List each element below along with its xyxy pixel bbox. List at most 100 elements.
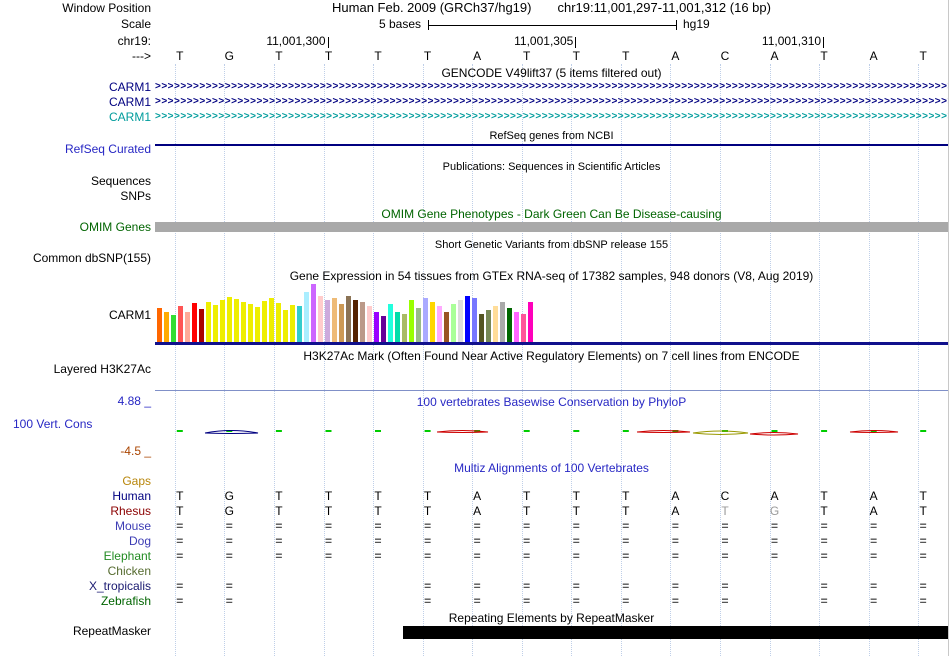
gtex-bar[interactable] (346, 296, 351, 342)
gtex-bar[interactable] (192, 303, 197, 342)
refseq-curated-item[interactable] (155, 144, 948, 146)
gtex-bar[interactable] (234, 299, 239, 342)
gtex-bar[interactable] (178, 306, 183, 342)
gtex-bar[interactable] (465, 296, 470, 342)
gtex-bar[interactable] (507, 308, 512, 342)
track-label-species-human[interactable]: Human (0, 490, 151, 503)
gtex-bar[interactable] (241, 302, 246, 342)
track-label-strand[interactable]: ---> (0, 50, 151, 63)
track-title-publications[interactable]: Publications: Sequences in Scientific Ar… (155, 161, 948, 174)
track-label-species-elephant[interactable]: Elephant (0, 550, 151, 563)
gtex-bar[interactable] (332, 298, 337, 342)
repeatmasker-item[interactable] (403, 626, 948, 639)
gtex-bar[interactable] (402, 314, 407, 342)
gtex-bar[interactable] (472, 298, 477, 342)
gtex-bar[interactable] (437, 306, 442, 342)
track-title-refseq[interactable]: RefSeq genes from NCBI (155, 130, 948, 143)
track-label-scale[interactable]: Scale (0, 18, 151, 31)
gtex-bar[interactable] (430, 302, 435, 342)
gtex-bar[interactable] (360, 302, 365, 342)
track-label-snps[interactable]: SNPs (0, 190, 151, 203)
track-title-repeatmasker[interactable]: Repeating Elements by RepeatMasker (155, 612, 948, 625)
gtex-bar[interactable] (458, 300, 463, 342)
track-label-repeatmasker[interactable]: RepeatMasker (0, 625, 151, 638)
gtex-bar[interactable] (493, 306, 498, 342)
track-label-layered-h3k27ac[interactable]: Layered H3K27Ac (0, 363, 151, 376)
omim-genes-item[interactable] (155, 222, 948, 232)
track-title-gtex[interactable]: Gene Expression in 54 tissues from GTEx … (155, 270, 948, 283)
gtex-bar[interactable] (255, 307, 260, 342)
gtex-bar[interactable] (486, 310, 491, 342)
track-label-species-zebrafish[interactable]: Zebrafish (0, 595, 151, 608)
gtex-bar[interactable] (283, 310, 288, 342)
track-label-window-position[interactable]: Window Position (0, 2, 151, 15)
track-label-species-mouse[interactable]: Mouse (0, 520, 151, 533)
multiz-dog-mark: = (275, 534, 283, 548)
gtex-bar[interactable] (276, 303, 281, 342)
gencode-transcript[interactable]: >>>>>>>>>>>>>>>>>>>>>>>>>>>>>>>>>>>>>>>>… (155, 111, 948, 123)
ruler-base: T (919, 49, 927, 63)
gtex-bar[interactable] (164, 312, 169, 342)
gtex-bar[interactable] (185, 312, 190, 342)
track-label-chrom[interactable]: chr19: (0, 35, 151, 48)
gtex-bar[interactable] (423, 298, 428, 342)
track-label-phylop-min[interactable]: -4.5 _ (0, 445, 151, 458)
gtex-bar[interactable] (416, 308, 421, 342)
track-label-omim-genes[interactable]: OMIM Genes (0, 221, 151, 234)
track-title-omim[interactable]: OMIM Gene Phenotypes - Dark Green Can Be… (155, 208, 948, 221)
gencode-transcript[interactable]: >>>>>>>>>>>>>>>>>>>>>>>>>>>>>>>>>>>>>>>>… (155, 81, 948, 93)
gtex-bar[interactable] (213, 305, 218, 342)
track-label-phylop-max[interactable]: 4.88 _ (0, 395, 151, 408)
track-label-gencode-carm1-1[interactable]: CARM1 (0, 81, 151, 94)
track-label-species-rhesus[interactable]: Rhesus (0, 505, 151, 518)
track-label-vert-cons[interactable]: 100 Vert. Cons (0, 418, 151, 431)
gtex-bar[interactable] (528, 302, 533, 342)
gtex-bar[interactable] (262, 301, 267, 342)
gtex-bar[interactable] (451, 304, 456, 342)
gtex-bar[interactable] (479, 314, 484, 342)
gtex-bar[interactable] (514, 312, 519, 342)
track-title-gencode[interactable]: GENCODE V49lift37 (5 items filtered out) (155, 67, 948, 80)
gtex-bar[interactable] (199, 309, 204, 342)
gtex-bar[interactable] (248, 304, 253, 342)
gtex-bar[interactable] (444, 312, 449, 342)
track-title-dbsnp[interactable]: Short Genetic Variants from dbSNP releas… (155, 239, 948, 252)
track-title-h3k27ac[interactable]: H3K27Ac Mark (Often Found Near Active Re… (155, 350, 948, 363)
gtex-bar[interactable] (325, 300, 330, 342)
ruler-tick-label: 11,001,300 (266, 34, 326, 48)
gtex-bar[interactable] (171, 315, 176, 342)
track-label-common-dbsnp[interactable]: Common dbSNP(155) (0, 252, 151, 265)
track-label-species-chicken[interactable]: Chicken (0, 565, 151, 578)
track-label-gencode-carm1-2[interactable]: CARM1 (0, 96, 151, 109)
gtex-bar[interactable] (227, 297, 232, 342)
gtex-bar[interactable] (157, 308, 162, 342)
gtex-bar[interactable] (367, 306, 372, 342)
gtex-bar[interactable] (381, 316, 386, 342)
gtex-bar[interactable] (353, 300, 358, 342)
gtex-bar[interactable] (220, 300, 225, 342)
track-label-sequences[interactable]: Sequences (0, 175, 151, 188)
track-label-refseq-curated[interactable]: RefSeq Curated (0, 143, 151, 156)
gencode-transcript[interactable]: >>>>>>>>>>>>>>>>>>>>>>>>>>>>>>>>>>>>>>>>… (155, 96, 948, 108)
gtex-bar[interactable] (395, 312, 400, 342)
gtex-bar[interactable] (297, 306, 302, 342)
gtex-bar[interactable] (304, 292, 309, 342)
gtex-bar[interactable] (206, 302, 211, 342)
gtex-bar[interactable] (409, 300, 414, 342)
phylop-tick (821, 430, 828, 432)
gtex-bar[interactable] (311, 284, 316, 342)
track-label-gtex-carm1[interactable]: CARM1 (0, 309, 151, 322)
gtex-bar[interactable] (500, 302, 505, 342)
gtex-bar[interactable] (388, 304, 393, 342)
gtex-bar[interactable] (269, 298, 274, 342)
ruler-base: A (869, 49, 878, 63)
gtex-bar[interactable] (339, 304, 344, 342)
gtex-bar[interactable] (318, 296, 323, 342)
gtex-bar[interactable] (374, 312, 379, 342)
track-label-gencode-carm1-3[interactable]: CARM1 (0, 111, 151, 124)
gtex-bar[interactable] (521, 314, 526, 342)
track-label-species-dog[interactable]: Dog (0, 535, 151, 548)
track-label-gaps[interactable]: Gaps (0, 475, 151, 488)
track-label-species-x-tropicalis[interactable]: X_tropicalis (0, 580, 151, 593)
gtex-bar[interactable] (290, 305, 295, 342)
